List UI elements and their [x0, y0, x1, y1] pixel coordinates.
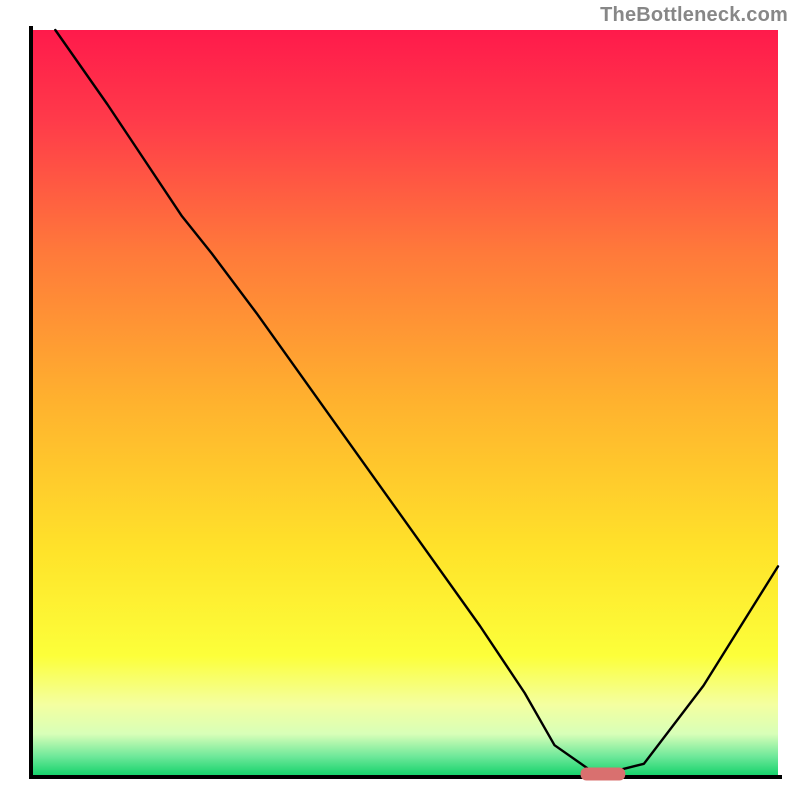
plot-background [33, 30, 778, 775]
optimal-marker [581, 768, 626, 781]
chart-svg [0, 0, 800, 800]
watermark-text: TheBottleneck.com [600, 4, 788, 27]
bottleneck-chart [0, 0, 800, 800]
